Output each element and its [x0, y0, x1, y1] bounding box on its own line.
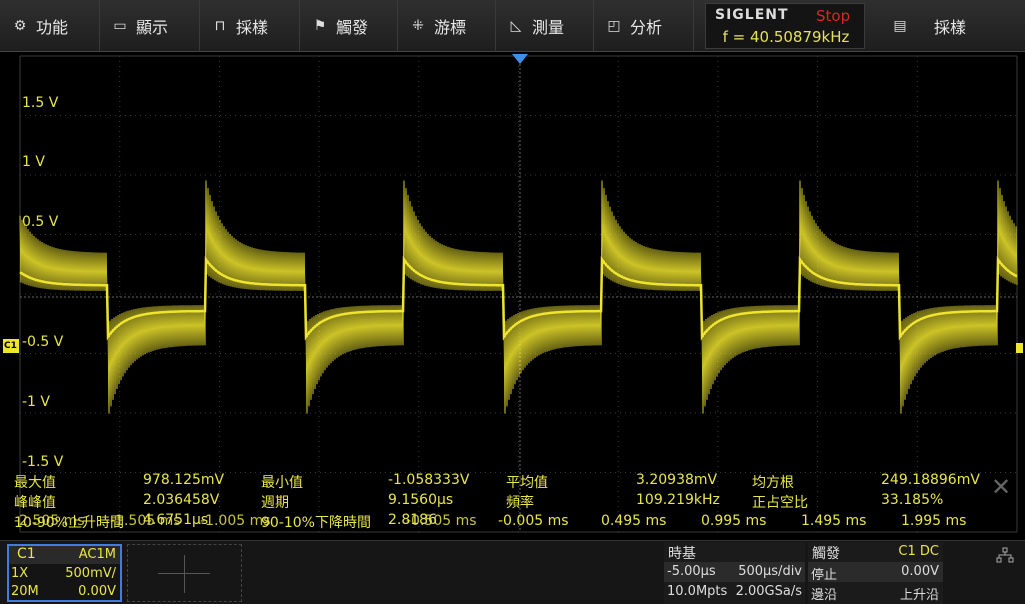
- plus-icon: [184, 555, 185, 593]
- trigger-row: 邊沿 上升沿: [808, 582, 943, 603]
- menu-cursor-label: 游標: [434, 18, 467, 37]
- time-axis-tick: -0.505 ms: [406, 513, 477, 529]
- trigger-title: 觸發: [812, 546, 840, 562]
- voltage-label: -0.5 V: [22, 334, 64, 350]
- channel1-offset: 0.00V: [78, 584, 116, 599]
- time-axis-tick: 0.995 ms: [701, 513, 767, 529]
- status-panel: SIGLENT Stop f = 40.50879kHz: [705, 3, 865, 49]
- meas-value: -1.058333V: [388, 472, 470, 488]
- meas-value: 3.20938mV: [636, 472, 718, 488]
- time-axis-tick: -1.005 ms: [200, 513, 271, 529]
- voltage-label: -1.5 V: [22, 454, 64, 470]
- menu-analysis[interactable]: ◰ 分析: [594, 0, 694, 52]
- ruler-icon: ◺: [510, 18, 522, 34]
- voltage-label: 1 V: [22, 154, 45, 170]
- brand-logo: SIGLENT: [715, 7, 789, 23]
- analysis-icon: ◰: [607, 18, 621, 34]
- list-icon: ▤: [893, 18, 907, 34]
- voltage-label: 0.5 V: [22, 214, 59, 230]
- menu-cursor[interactable]: ⁜ 游標: [398, 0, 496, 52]
- menu-trigger[interactable]: ⚑ 觸發: [300, 0, 398, 52]
- meas-name: 週期: [261, 495, 289, 511]
- menu-measure[interactable]: ◺ 測量: [496, 0, 594, 52]
- menu-acquire[interactable]: ⊓ 採樣: [200, 0, 300, 52]
- menu-display[interactable]: ▭ 顯示: [100, 0, 200, 52]
- meas-value: 249.18896mV: [881, 472, 980, 488]
- trigger-row: 停止 0.00V: [808, 562, 943, 583]
- channel1-bandwidth: 20M: [11, 584, 39, 599]
- run-status[interactable]: Stop: [816, 7, 850, 25]
- trigger-mode: 停止: [811, 568, 838, 583]
- channel1-coupling: AC1M: [78, 547, 116, 562]
- menu-function[interactable]: ⚙ 功能: [0, 0, 100, 52]
- close-measurements-icon[interactable]: ✕: [990, 475, 1012, 499]
- timebase-row: -5.00μs 500μs/div: [664, 562, 805, 582]
- memory-depth: 10.0Mpts: [667, 584, 728, 599]
- meas-name: 90-10%下降時間: [261, 515, 371, 531]
- gear-icon: ⚙: [13, 18, 27, 34]
- menu-acquire-right-label: 採樣: [934, 18, 967, 37]
- trigger-source: C1 DC: [898, 544, 939, 559]
- trigger-settings[interactable]: 觸發 C1 DC 停止 0.00V 邊沿 上升沿: [808, 542, 943, 604]
- channel1-scale: 500mV/: [65, 566, 116, 581]
- timebase-scale: 500μs/div: [738, 564, 802, 579]
- voltage-label: 1.5 V: [22, 95, 59, 111]
- time-axis-tick: 0.495 ms: [601, 513, 667, 529]
- menu-trigger-label: 觸發: [336, 18, 369, 37]
- menu-function-label: 功能: [36, 18, 69, 37]
- meas-name: 平均值: [506, 475, 548, 491]
- timebase-delay: -5.00μs: [667, 564, 716, 579]
- frequency-counter: f = 40.50879kHz: [722, 28, 850, 46]
- display-icon: ▭: [113, 18, 127, 34]
- time-axis-tick: -0.005 ms: [498, 513, 569, 529]
- bottom-status-bar: C1 AC1M 1X 500mV/ 20M 0.00V 時基 -5.00μs 5…: [0, 540, 1025, 604]
- timebase-settings[interactable]: 時基 -5.00μs 500μs/div 10.0Mpts 2.00GSa/s: [664, 542, 805, 604]
- meas-name: 均方根: [752, 475, 794, 491]
- waveform-canvas: [19, 55, 1018, 533]
- menu-analysis-label: 分析: [630, 18, 663, 37]
- meas-name: 正占空比: [752, 495, 808, 511]
- meas-value: 978.125mV: [143, 472, 225, 488]
- voltage-label: -1 V: [22, 394, 50, 410]
- meas-name: 頻率: [506, 495, 534, 511]
- menu-acquire-label: 採樣: [236, 18, 269, 37]
- network-icon[interactable]: [996, 547, 1014, 563]
- menu-display-label: 顯示: [136, 18, 169, 37]
- meas-value: 109.219kHz: [636, 492, 720, 508]
- timebase-title: 時基: [668, 546, 696, 562]
- time-axis-tick: 1.495 ms: [801, 513, 867, 529]
- trigger-position-marker[interactable]: [512, 54, 528, 64]
- waveform-icon: ⊓: [214, 18, 226, 34]
- menu-acquire-right[interactable]: ▤ 採樣: [878, 0, 1025, 52]
- time-axis-tick: -2.505 ms: [14, 513, 85, 529]
- top-menu-bar: ⚙ 功能 ▭ 顯示 ⊓ 採樣 ⚑ 觸發 ⁜ 游標 ◺ 測量 ◰ 分析 SIGLE…: [0, 0, 1025, 52]
- flag-icon: ⚑: [313, 18, 327, 34]
- channel1-name: C1: [17, 546, 36, 562]
- timebase-row: 10.0Mpts 2.00GSa/s: [664, 582, 805, 602]
- meas-name: 最小值: [261, 475, 303, 491]
- menu-measure-label: 測量: [532, 18, 565, 37]
- meas-value: 2.036458V: [143, 492, 220, 508]
- add-channel-slot[interactable]: [127, 544, 242, 602]
- channel1-offset-marker[interactable]: C1: [3, 339, 19, 353]
- graticule-grid: [19, 55, 1018, 533]
- cursor-icon: ⁜: [412, 18, 424, 34]
- trigger-level-marker[interactable]: [1016, 343, 1023, 353]
- sample-rate: 2.00GSa/s: [735, 584, 802, 599]
- meas-value: 33.185%: [881, 492, 944, 508]
- channel1-probe: 1X: [11, 566, 29, 581]
- meas-name: 最大值: [14, 475, 56, 491]
- time-axis-tick: -1.505 ms: [110, 513, 181, 529]
- trigger-type: 邊沿: [811, 588, 838, 603]
- meas-name: 峰峰值: [14, 495, 56, 511]
- meas-value: 9.1560μs: [388, 492, 454, 508]
- waveform-display[interactable]: 1.5 V 1 V 0.5 V -0.5 V -1 V -1.5 V C1: [0, 52, 1025, 535]
- trigger-level: 0.00V: [901, 564, 939, 579]
- trigger-slope: 上升沿: [899, 588, 939, 603]
- channel1-settings[interactable]: C1 AC1M 1X 500mV/ 20M 0.00V: [7, 544, 122, 602]
- time-axis-tick: 1.995 ms: [901, 513, 967, 529]
